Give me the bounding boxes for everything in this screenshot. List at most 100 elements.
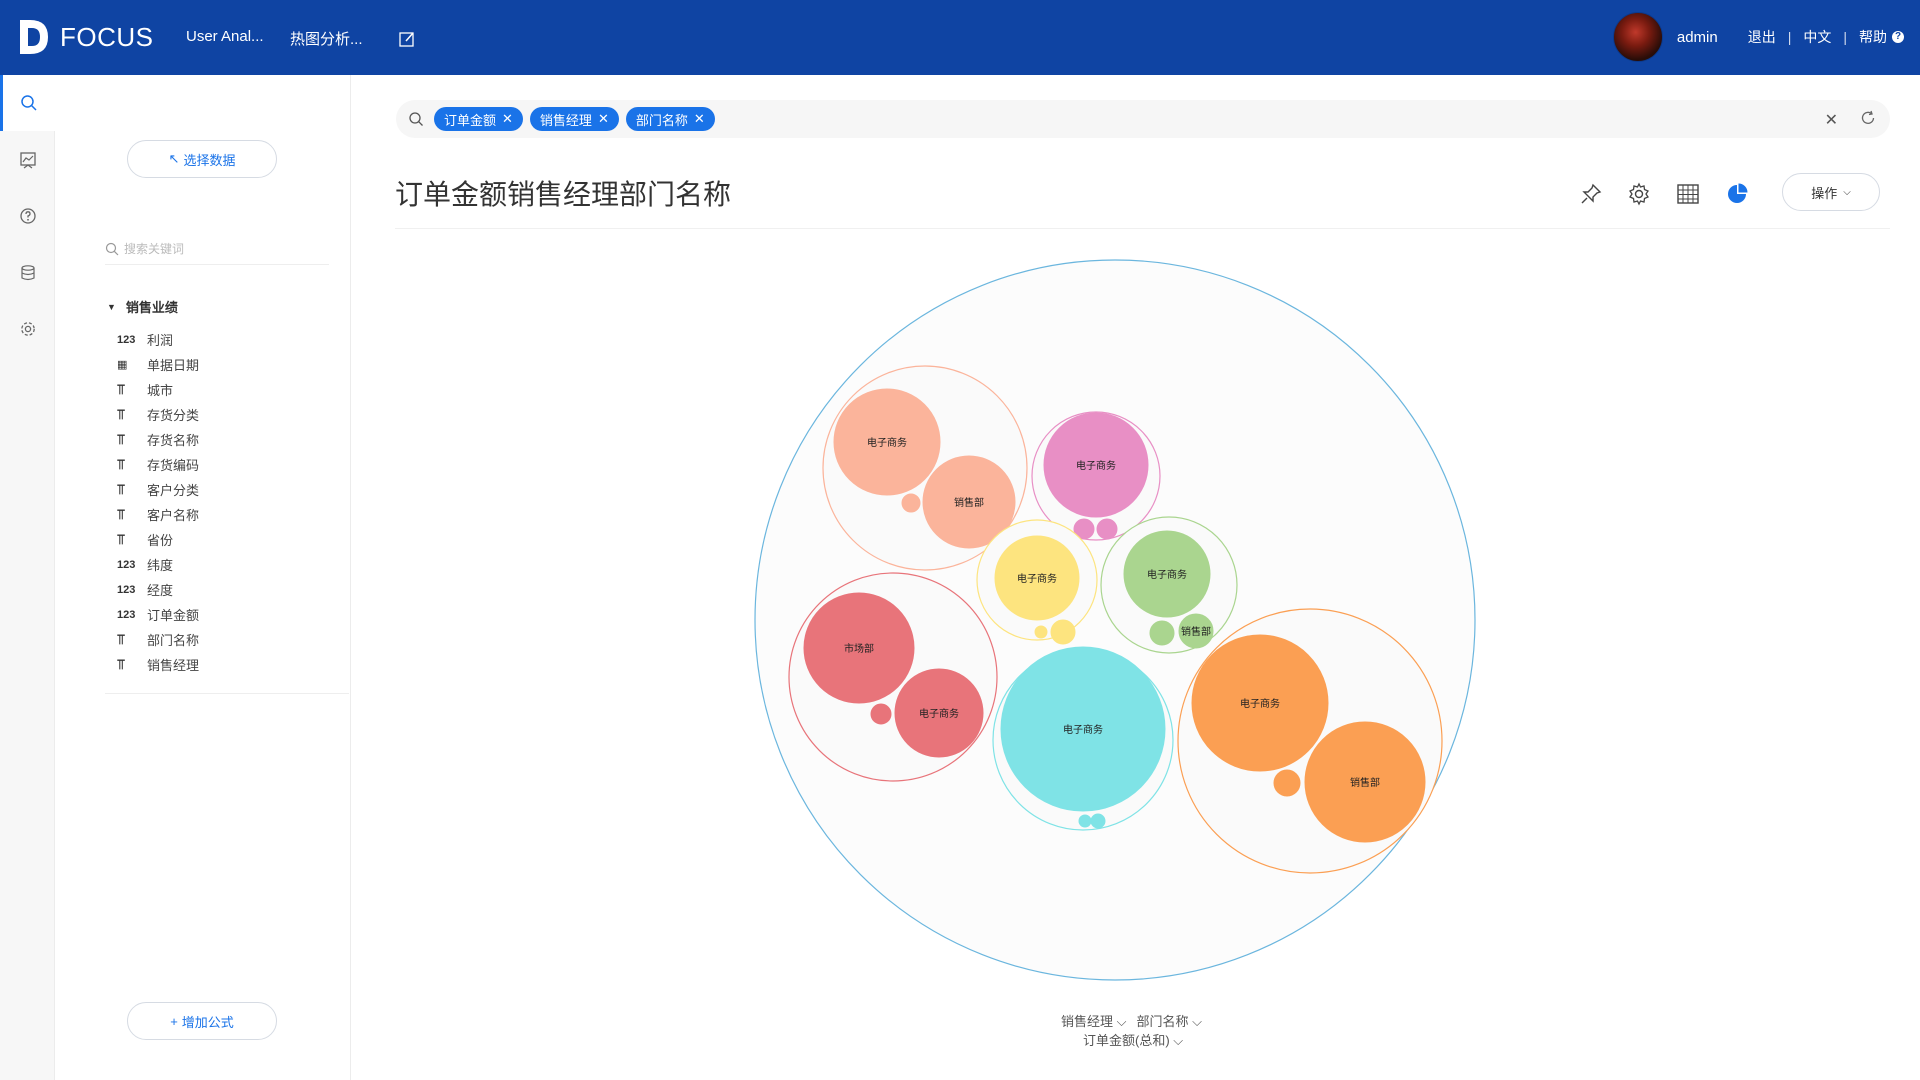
top-navigation-bar: FOCUS User Anal... 热图分析... admin 退出 | 中文… [0, 0, 1920, 75]
field-name: 经度 [147, 583, 174, 598]
tab-heatmap-analysis[interactable]: 热图分析... [290, 28, 363, 49]
department-bubble[interactable] [1034, 625, 1048, 639]
field-item[interactable]: ⫪ 存货分类 [117, 402, 347, 427]
bubble-label: 电子商务 [1147, 568, 1187, 581]
language-switch[interactable]: 中文 [1803, 27, 1831, 47]
divider: | [1843, 29, 1847, 45]
divider [105, 693, 349, 694]
numeric-type-icon: 123 [117, 558, 136, 571]
username[interactable]: admin [1677, 29, 1718, 46]
field-item[interactable]: ⫪ 存货名称 [117, 427, 347, 452]
field-name: 纬度 [147, 558, 174, 573]
bubble-label: 销售部 [954, 496, 984, 509]
department-bubble[interactable] [870, 703, 892, 725]
help-icon[interactable]: ? [1892, 31, 1904, 43]
bubble-label: 电子商务 [1063, 723, 1103, 736]
legend-department-label: 部门名称 [1136, 1014, 1189, 1029]
data-field-panel: ↖ 选择数据 搜索关键词 ▼ 销售业绩 123 利润 ▦ 单据日期 ⫪ 城市 ⫪ 存货分类 ⫪ 存… [55, 75, 351, 1080]
field-item[interactable]: ⫪ 省份 [117, 527, 347, 552]
bubble-label: 销售部 [1181, 625, 1211, 638]
text-type-icon: ⫪ [117, 506, 125, 522]
database-icon [20, 265, 35, 281]
group-title-text: 销售业绩 [125, 300, 178, 315]
add-formula-label: 增加公式 [181, 1014, 234, 1030]
field-group-sales[interactable]: ▼ 销售业绩 [107, 297, 178, 316]
field-item[interactable]: ▦ 单据日期 [117, 352, 347, 377]
department-bubble[interactable] [1096, 518, 1118, 540]
legend-measure-dropdown[interactable]: 订单金额(总和) ⌵ [1083, 1030, 1183, 1049]
left-icon-bar [0, 75, 55, 1080]
focus-logo-icon [20, 20, 48, 54]
field-search-input[interactable]: 搜索关键词 [105, 233, 329, 265]
field-item[interactable]: 123 经度 [117, 577, 347, 602]
chevron-down-icon: ⌵ [1173, 1033, 1184, 1048]
main-area: 订单金额 ✕ 销售经理 ✕ 部门名称 ✕ ✕ 订单金额销售经理部门名称 操作 ⌵ 电子商务… [352, 75, 1920, 1080]
chart-board-icon [19, 152, 36, 169]
divider: | [1787, 29, 1792, 45]
select-data-button[interactable]: ↖ 选择数据 [127, 140, 277, 178]
bubble-label: 电子商务 [1017, 572, 1057, 585]
field-name: 利润 [147, 333, 174, 348]
avatar[interactable] [1612, 12, 1663, 62]
numeric-type-icon: 123 [117, 608, 136, 621]
field-name: 销售经理 [147, 658, 200, 673]
legend-manager-dropdown[interactable]: 销售经理 ⌵ [1061, 1011, 1127, 1030]
numeric-type-icon: 123 [117, 583, 136, 596]
text-type-icon: ⫪ [117, 631, 125, 647]
bubble-label: 电子商务 [919, 707, 959, 720]
bubble-label: 电子商务 [1076, 459, 1116, 472]
bubble-label: 市场部 [844, 642, 874, 655]
legend-department-dropdown[interactable]: 部门名称 ⌵ [1137, 1011, 1203, 1030]
department-bubble[interactable] [1090, 813, 1106, 829]
help-nav-button[interactable] [0, 188, 55, 244]
search-nav-button[interactable] [0, 75, 55, 131]
field-item[interactable]: ⫪ 城市 [117, 377, 347, 402]
dashboard-nav-button[interactable] [0, 132, 55, 188]
field-name: 单据日期 [147, 358, 200, 373]
field-name: 存货名称 [147, 433, 200, 448]
calendar-icon: ▦ [117, 359, 128, 371]
field-list: 123 利润 ▦ 单据日期 ⫪ 城市 ⫪ 存货分类 ⫪ 存货名称 ⫪ 存货编码 ⫪ 客户分类 ⫪ 客户名称 ⫪ 省… [117, 327, 347, 677]
field-item[interactable]: ⫪ 存货编码 [117, 452, 347, 477]
department-bubble[interactable] [901, 493, 921, 513]
field-name: 客户分类 [147, 483, 200, 498]
text-type-icon: ⫪ [117, 406, 125, 422]
edit-icon[interactable] [398, 30, 416, 48]
search-icon [21, 95, 37, 111]
tab-user-analysis[interactable]: User Anal... [186, 28, 264, 45]
field-item[interactable]: ⫪ 客户名称 [117, 502, 347, 527]
field-item[interactable]: ⫪ 部门名称 [117, 627, 347, 652]
field-name: 城市 [147, 383, 174, 398]
select-data-label: 选择数据 [183, 152, 236, 168]
field-item[interactable]: 123 纬度 [117, 552, 347, 577]
department-bubble[interactable] [1050, 619, 1076, 645]
field-name: 客户名称 [147, 508, 200, 523]
settings-nav-button[interactable] [0, 301, 55, 357]
field-item[interactable]: ⫪ 销售经理 [117, 652, 347, 677]
search-icon [105, 242, 119, 255]
add-formula-button[interactable]: + 增加公式 [127, 1002, 277, 1040]
help-link[interactable]: 帮助 [1859, 27, 1887, 47]
text-type-icon: ⫪ [117, 456, 125, 472]
text-type-icon: ⫪ [117, 656, 125, 672]
bubble-label: 销售部 [1350, 776, 1380, 789]
field-item[interactable]: 123 利润 [117, 327, 347, 352]
department-bubble[interactable] [1149, 620, 1175, 646]
data-nav-button[interactable] [0, 245, 55, 301]
text-type-icon: ⫪ [117, 431, 125, 447]
field-item[interactable]: ⫪ 客户分类 [117, 477, 347, 502]
chevron-down-icon: ⌵ [1116, 1014, 1127, 1029]
logout-link[interactable]: 退出 [1748, 27, 1776, 47]
search-placeholder: 搜索关键词 [124, 242, 185, 256]
plus-icon: + [170, 1013, 178, 1029]
arrow-icon: ↖ [168, 151, 180, 166]
department-bubble[interactable] [1078, 814, 1092, 828]
question-icon [19, 208, 36, 224]
field-name: 存货分类 [147, 408, 200, 423]
chevron-down-icon: ⌵ [1192, 1014, 1202, 1029]
focus-logo[interactable]: FOCUS [18, 18, 154, 56]
department-bubble[interactable] [1273, 769, 1301, 797]
legend-dimensions: 销售经理 ⌵ 部门名称 ⌵ [1061, 1011, 1202, 1030]
field-item[interactable]: 123 订单金额 [117, 602, 347, 627]
legend-measure-label: 订单金额(总和) [1083, 1033, 1170, 1048]
